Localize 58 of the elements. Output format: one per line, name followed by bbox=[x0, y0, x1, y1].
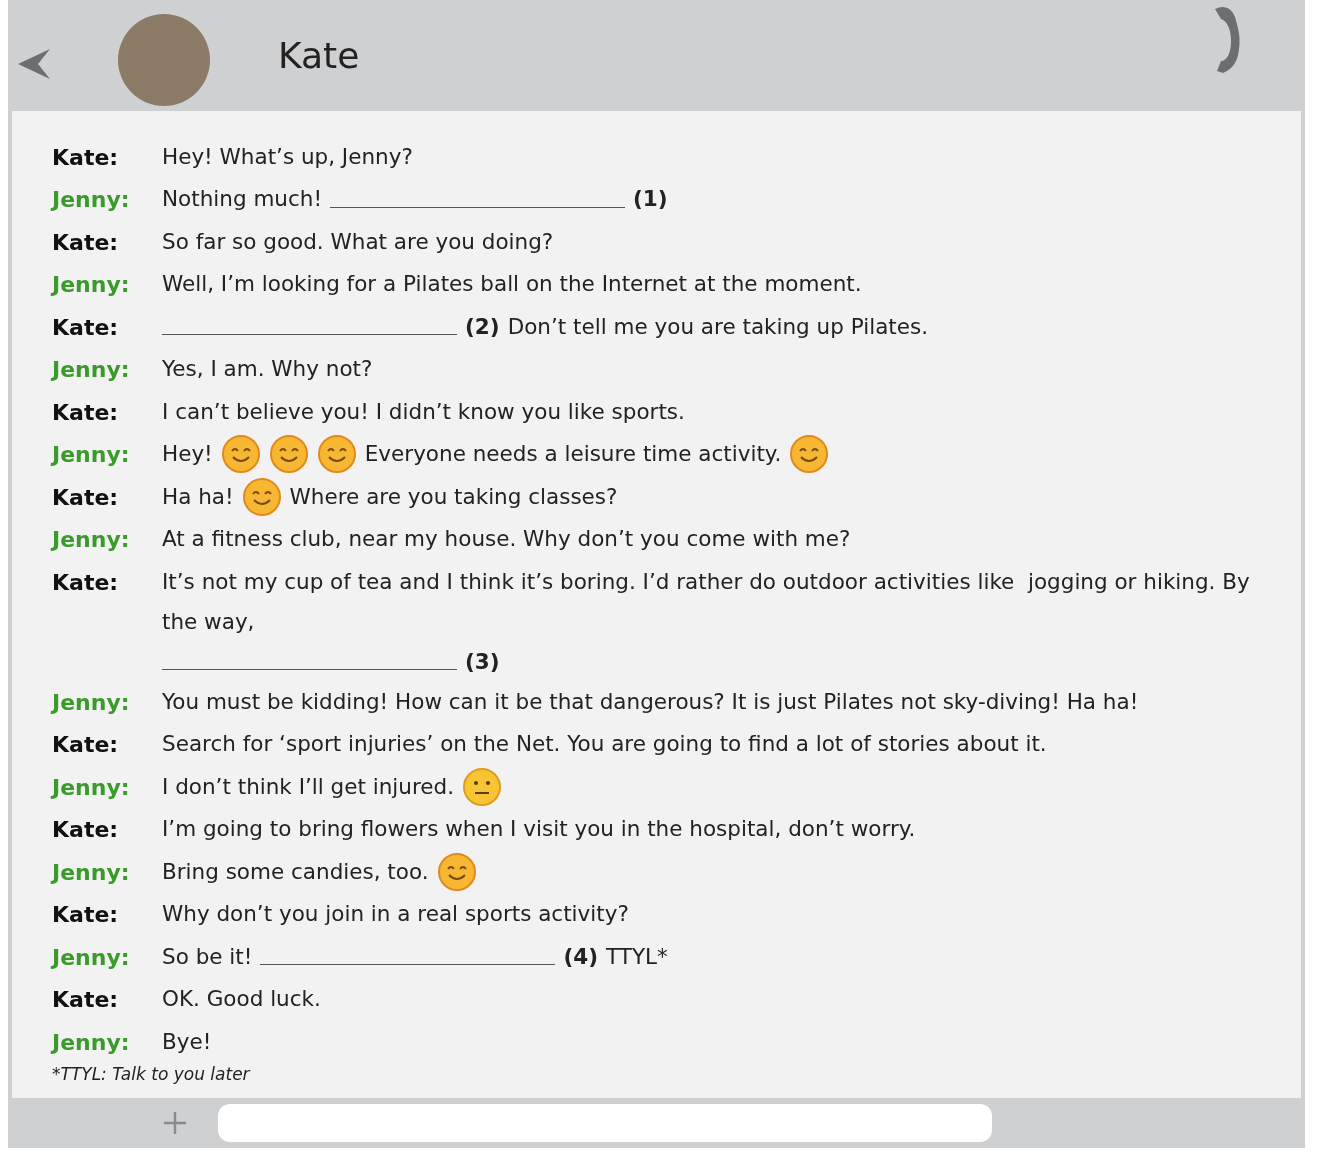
smiley-icon bbox=[268, 434, 309, 475]
speaker-name: Jenny: bbox=[52, 356, 131, 385]
speaker-name: Kate: bbox=[52, 313, 120, 342]
message-text: Bye! bbox=[162, 1027, 212, 1056]
smiley-icon bbox=[789, 434, 830, 475]
neutral-face-icon bbox=[462, 766, 502, 807]
message-text: I can’t believe you! I didn’t know you like sports. bbox=[162, 397, 685, 426]
speaker-name: Jenny: bbox=[52, 186, 131, 215]
message-text: Don’t tell me you are taking up Pilates. bbox=[507, 312, 928, 341]
footnote: *TTYL: Talk to you later bbox=[52, 1064, 252, 1087]
speaker-name: Jenny: bbox=[52, 688, 131, 717]
smiley-icon bbox=[220, 434, 261, 475]
message-text: Yes, I am. Why not? bbox=[162, 355, 373, 384]
message-text: Hey! What’s up, Jenny? bbox=[162, 142, 413, 171]
speaker-name: Kate: bbox=[52, 816, 120, 845]
speaker-name: Kate: bbox=[52, 568, 120, 597]
speaker-name: Jenny: bbox=[52, 943, 131, 972]
message-text: I don’t think I’ll get injured. bbox=[162, 772, 454, 801]
message-input-field[interactable] bbox=[218, 1104, 992, 1143]
message-text: Nothing much! bbox=[162, 185, 322, 214]
question-number: (3) bbox=[465, 647, 500, 676]
message-text: At a fitness club, near my house. Why don’t you come with me? bbox=[162, 525, 851, 554]
speaker-name: Kate: bbox=[52, 483, 120, 512]
message-text: I’m going to bring flowers when I visit you in the hospital, don’t worry. bbox=[162, 815, 916, 844]
message-text: It’s not my cup of tea and I think it’s boring. I’d rather do outdoor activities like jogging or hiking. By the way, bbox=[162, 567, 1251, 636]
message-text: Bring some candies, too. bbox=[162, 857, 429, 886]
message-text: Everyone needs a leisure time activity. bbox=[364, 440, 782, 469]
message-text: Well, I’m looking for a Pilates ball on the Internet at the moment. bbox=[162, 270, 862, 299]
speaker-name: Kate: bbox=[52, 731, 120, 760]
message-text: So be it! bbox=[162, 942, 253, 971]
speaker-name: Kate: bbox=[52, 398, 120, 427]
speaker-name: Kate: bbox=[52, 228, 120, 257]
contact-name: Kate bbox=[278, 35, 361, 76]
message-text: TTYL* bbox=[606, 942, 668, 971]
back-arrow-icon[interactable] bbox=[16, 47, 52, 82]
message-text: Hey! bbox=[162, 440, 213, 469]
speaker-name: Kate: bbox=[52, 901, 120, 930]
speaker-name: Jenny: bbox=[52, 1028, 131, 1057]
speaker-name: Jenny: bbox=[52, 441, 131, 470]
message-text: You must be kidding! How can it be that dangerous? It is just Pilates not sky-diving! Ha ha! bbox=[162, 687, 1139, 716]
smiley-icon bbox=[241, 476, 282, 517]
speaker-name: Kate: bbox=[52, 143, 120, 172]
question-number: (1) bbox=[633, 185, 668, 214]
message-text: So far so good. What are you doing? bbox=[162, 227, 554, 256]
smiley-icon bbox=[436, 851, 477, 892]
message-text: Search for ‘sport injuries’ on the Net. You are going to find a lot of stories about it. bbox=[162, 730, 1047, 759]
question-number: (2) bbox=[465, 312, 500, 341]
speaker-name: Jenny: bbox=[52, 526, 131, 555]
speaker-name: Jenny: bbox=[52, 858, 131, 887]
message-text: Why don’t you join in a real sports activity? bbox=[162, 900, 629, 929]
speaker-name: Jenny: bbox=[52, 271, 131, 300]
question-number: (4) bbox=[563, 942, 598, 971]
message-text: Where are you taking classes? bbox=[289, 482, 618, 511]
speaker-name: Jenny: bbox=[52, 773, 131, 802]
message-text: Ha ha! bbox=[162, 482, 234, 511]
message-text: OK. Good luck. bbox=[162, 985, 321, 1014]
speaker-name: Kate: bbox=[52, 986, 120, 1015]
smiley-icon bbox=[316, 434, 357, 475]
